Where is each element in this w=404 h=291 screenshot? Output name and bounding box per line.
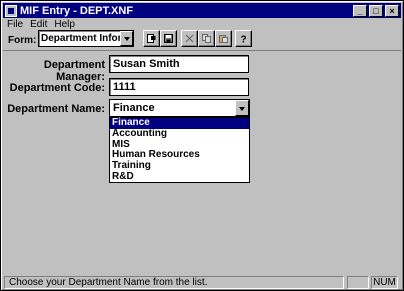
chevron-down-icon[interactable] <box>235 100 249 116</box>
window-title: MIF Entry - DEPT.XNF <box>20 4 134 17</box>
manager-label: Department Manager: <box>43 59 105 83</box>
menu-edit[interactable]: Edit <box>30 19 47 30</box>
minimize-button[interactable]: _ <box>353 4 367 17</box>
save-button[interactable] <box>160 30 177 47</box>
list-item[interactable]: Accounting <box>110 128 249 140</box>
paste-button[interactable] <box>215 30 232 47</box>
chevron-down-icon[interactable] <box>120 31 133 46</box>
new-record-button[interactable] <box>143 30 160 47</box>
department-name-value: Finance <box>113 102 155 114</box>
department-name-list[interactable]: Finance Accounting MIS Human Resources T… <box>109 117 250 183</box>
copy-button[interactable] <box>198 30 215 47</box>
maximize-button[interactable]: □ <box>369 4 383 17</box>
help-button[interactable]: ? <box>235 30 252 47</box>
toolbar: Form: Department Informat ? <box>3 30 401 50</box>
num-lock-indicator: NUM <box>371 276 398 289</box>
app-icon[interactable] <box>5 4 17 17</box>
cut-icon <box>185 34 194 43</box>
code-field[interactable]: 1111 <box>109 78 249 96</box>
new-record-icon <box>147 34 156 43</box>
save-icon <box>164 34 173 43</box>
list-item[interactable]: R&D <box>110 171 249 183</box>
form-select[interactable]: Department Informat <box>38 30 134 47</box>
status-message: Choose your Department Name from the lis… <box>4 276 344 289</box>
name-label: Department Name: <box>7 103 105 115</box>
status-indicator-empty <box>347 276 369 289</box>
help-icon: ? <box>240 35 246 44</box>
form-area: Department Manager: Susan Smith Departme… <box>3 50 401 274</box>
code-label: Department Code: <box>9 82 105 94</box>
department-name-combo[interactable]: Finance <box>109 99 250 117</box>
form-label: Form: <box>8 34 37 46</box>
cut-button[interactable] <box>181 30 198 47</box>
manager-field[interactable]: Susan Smith <box>109 55 249 73</box>
menu-file[interactable]: File <box>7 19 23 30</box>
app-window: MIF Entry - DEPT.XNF _ □ × File Edit Hel… <box>0 0 404 291</box>
close-button[interactable]: × <box>385 4 399 17</box>
status-bar: Choose your Department Name from the lis… <box>3 274 401 290</box>
menu-help[interactable]: Help <box>54 19 75 30</box>
svg-text:?: ? <box>240 35 246 44</box>
title-bar[interactable]: MIF Entry - DEPT.XNF _ □ × <box>3 3 401 18</box>
paste-icon <box>219 35 228 43</box>
menu-bar: File Edit Help <box>3 18 401 30</box>
copy-icon <box>202 34 211 43</box>
